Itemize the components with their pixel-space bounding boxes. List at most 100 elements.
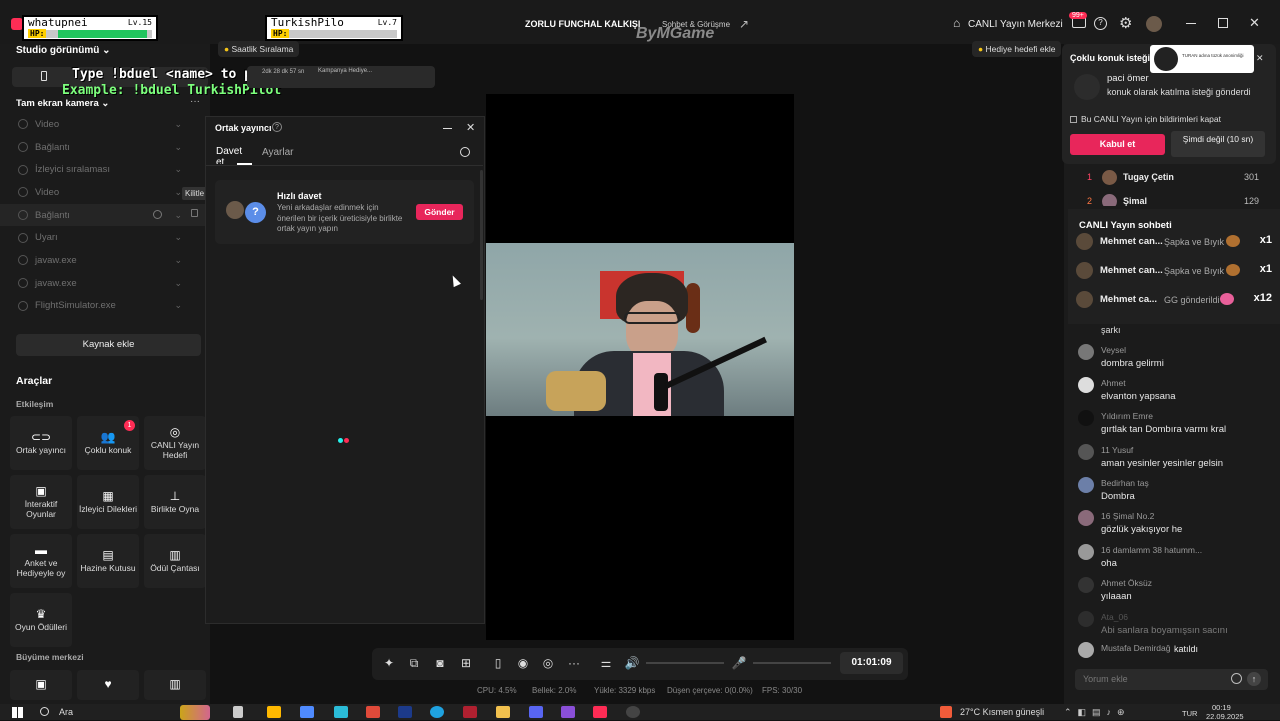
volume-slider[interactable]: [646, 662, 724, 664]
clock-time[interactable]: 00:19: [1212, 703, 1231, 712]
taskbar-search-icon[interactable]: [40, 707, 49, 716]
chat-username[interactable]: 16 Şimal No.2: [1101, 511, 1154, 521]
task-view-icon[interactable]: [233, 706, 243, 718]
guest-request-close-icon[interactable]: ✕: [1256, 53, 1264, 64]
layout-icon[interactable]: ⧉: [406, 655, 422, 671]
chat-username[interactable]: 11 Yusuf: [1101, 445, 1133, 455]
app-icon[interactable]: [561, 706, 575, 718]
visibility-icon[interactable]: [153, 210, 162, 219]
source-row-link-2[interactable]: Bağlantı ⌄: [0, 203, 210, 227]
more-icon[interactable]: ···: [566, 655, 582, 671]
chevron-down-icon[interactable]: ⌄: [174, 210, 182, 221]
fullscreen-camera-dropdown[interactable]: Tam ekran kamera ⌄: [16, 98, 109, 109]
settings-gear-icon[interactable]: ⚙: [1119, 14, 1132, 32]
source-row-flightsim[interactable]: FlightSimulator.exe ⌄: [0, 295, 210, 318]
tool-viewer-wishes[interactable]: ▦ İzleyici Dilekleri: [77, 475, 139, 529]
tool-interactive-games[interactable]: ▣ İnteraktif Oyunlar: [10, 475, 72, 529]
panel-minimize-icon[interactable]: [443, 128, 452, 129]
send-invite-button[interactable]: Gönder: [416, 204, 463, 220]
source-row-link[interactable]: Bağlantı ⌄: [0, 136, 210, 159]
chat-username[interactable]: Veysel: [1101, 345, 1126, 355]
close-window-icon[interactable]: ✕: [1249, 15, 1260, 31]
emoji-icon[interactable]: [1231, 673, 1242, 684]
magic-effects-icon[interactable]: ✦: [381, 655, 397, 671]
comment-input[interactable]: Yorum ekle ↑: [1075, 669, 1268, 690]
store-icon[interactable]: [267, 706, 281, 718]
tray-icons[interactable]: ⌃◧▤♪⊕: [1064, 707, 1131, 718]
source-row-video-2[interactable]: Video ⌄: [0, 181, 210, 204]
equalizer-icon[interactable]: ⚌: [598, 655, 614, 671]
tab-invite[interactable]: Davet et: [216, 146, 252, 164]
tool-play-together[interactable]: ⊥ Birlikte Oyna: [144, 475, 206, 529]
camera-icon[interactable]: ◙: [432, 655, 448, 671]
chevron-down-icon[interactable]: ⌄: [174, 232, 182, 243]
leaderboard-row[interactable]: 2 Şimal 129: [1070, 192, 1270, 206]
edge-icon[interactable]: [430, 706, 444, 718]
obs-icon[interactable]: [626, 706, 640, 718]
growth-tool-3[interactable]: ▥: [144, 670, 206, 700]
tool-treasure-box[interactable]: ▤ Hazine Kutusu: [77, 534, 139, 588]
panel-close-icon[interactable]: ✕: [466, 121, 475, 134]
live-center-link[interactable]: CANLI Yayın Merkezi: [968, 19, 1063, 30]
chevron-down-icon[interactable]: ⌄: [174, 255, 182, 266]
help-icon[interactable]: ?: [1094, 17, 1107, 30]
chevron-down-icon[interactable]: ⌄: [174, 278, 182, 289]
app-icon[interactable]: [398, 706, 412, 718]
discord-icon[interactable]: [529, 706, 543, 718]
edge-dev-icon[interactable]: [334, 706, 348, 718]
lock-icon[interactable]: [191, 209, 198, 217]
tool-reward-bag[interactable]: ▥ Ödül Çantası: [144, 534, 206, 588]
later-button[interactable]: Şimdi değil (10 sn): [1171, 131, 1265, 157]
tiktok-live-icon[interactable]: [593, 706, 607, 718]
tool-game-rewards[interactable]: ♛ Oyun Ödülleri: [10, 593, 72, 647]
mute-notifications-checkbox[interactable]: [1070, 116, 1077, 123]
scrollbar[interactable]: [480, 170, 483, 300]
info-icon[interactable]: ?: [272, 122, 282, 132]
profile-avatar[interactable]: [1146, 16, 1162, 32]
game-icon[interactable]: [463, 706, 477, 718]
chat-username[interactable]: Yıldırım Emre: [1101, 411, 1153, 421]
minimize-icon[interactable]: [1186, 23, 1196, 24]
search-icon[interactable]: [460, 147, 470, 157]
growth-tool-2[interactable]: ♥: [77, 670, 139, 700]
record-icon[interactable]: ◉: [515, 655, 531, 671]
chevron-down-icon[interactable]: ⌄: [174, 300, 182, 311]
tool-live-goal[interactable]: ◎ CANLI Yayın Hedefi: [144, 416, 206, 470]
mic-icon[interactable]: 🎤: [731, 655, 747, 671]
add-source-button[interactable]: Kaynak ekle: [16, 334, 201, 356]
chat-username[interactable]: 16 damlamm 38 hatumm...: [1101, 545, 1202, 555]
chrome-icon[interactable]: [366, 706, 380, 718]
explorer-icon[interactable]: [496, 706, 510, 718]
source-row-alert[interactable]: Uyarı ⌄: [0, 226, 210, 249]
chat-username[interactable]: Ahmet Öksüz: [1101, 578, 1152, 588]
accept-button[interactable]: Kabul et: [1070, 134, 1165, 155]
speaker-icon[interactable]: 🔊: [624, 655, 640, 671]
copilot-icon[interactable]: [300, 706, 314, 718]
send-icon[interactable]: ↑: [1247, 672, 1261, 686]
gift-goal-button[interactable]: ● Hediye hedefi ekle: [972, 41, 1062, 57]
weather-text[interactable]: 27°C Kısmen güneşli: [960, 707, 1044, 717]
source-row-video[interactable]: Video ⌄: [0, 113, 210, 136]
tool-cohost[interactable]: ⊂⊃ Ortak yayıncı: [10, 416, 72, 470]
snapshot-icon[interactable]: ◎: [540, 655, 556, 671]
more-icon[interactable]: ···: [190, 96, 200, 107]
chevron-down-icon[interactable]: ⌄: [174, 119, 182, 130]
tab-settings[interactable]: Ayarlar: [262, 147, 294, 158]
source-row-javaw[interactable]: javaw.exe ⌄: [0, 249, 210, 272]
taskbar-search-label[interactable]: Ara: [59, 707, 73, 717]
chevron-down-icon[interactable]: ⌄: [174, 164, 182, 175]
tool-poll[interactable]: ▬ Anket ve Hediyeyle oy: [10, 534, 72, 588]
chat-username[interactable]: Bedirhan taş: [1101, 478, 1149, 488]
phone-icon[interactable]: [41, 71, 47, 81]
hourly-rank-chip[interactable]: ● Saatlik Sıralama: [218, 41, 300, 57]
windows-start-icon[interactable]: [12, 707, 23, 718]
mic-slider[interactable]: [753, 662, 831, 664]
share-icon[interactable]: ↗: [739, 17, 749, 31]
source-row-viewer-rank[interactable]: İzleyici sıralaması ⌄: [0, 158, 210, 181]
studio-view-dropdown[interactable]: Studio görünümü ⌄: [16, 45, 111, 56]
maximize-icon[interactable]: [1218, 18, 1228, 28]
chat-username[interactable]: Mustafa Demirdağ: [1101, 643, 1170, 653]
phone-icon[interactable]: ▯: [490, 655, 506, 671]
chat-username[interactable]: Ata_06: [1101, 612, 1128, 622]
chat-username[interactable]: Ahmet: [1101, 378, 1126, 388]
